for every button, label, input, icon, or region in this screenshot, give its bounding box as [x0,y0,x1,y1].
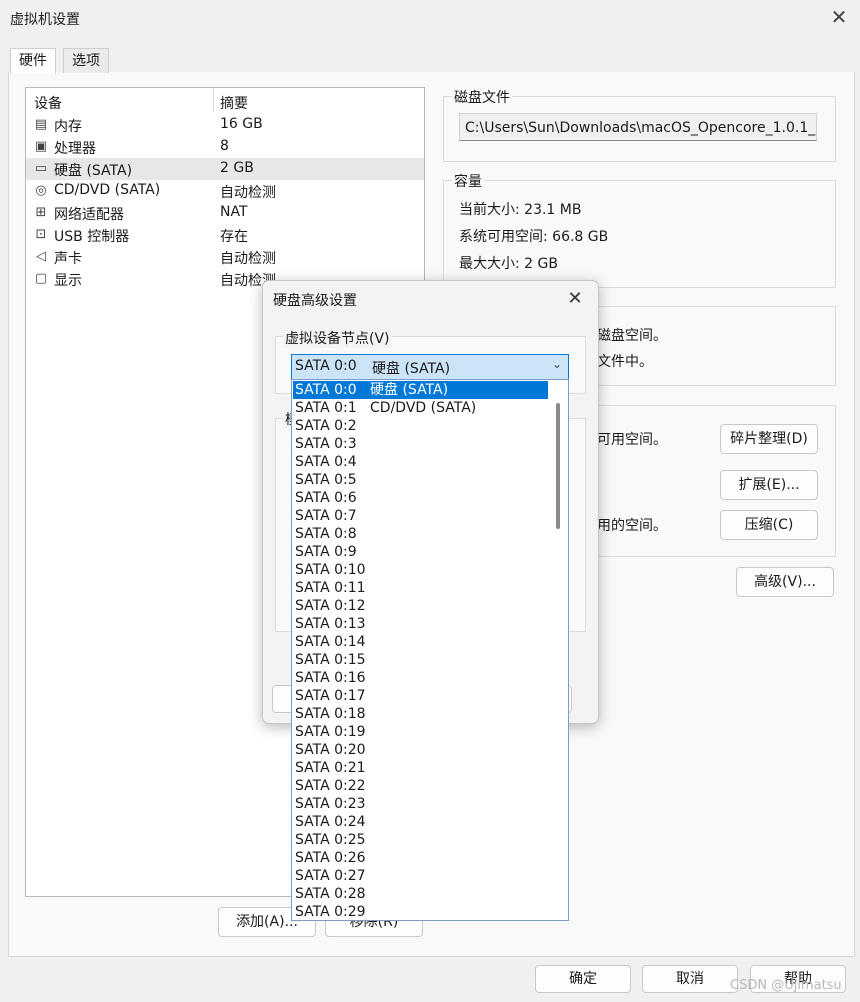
column-summary[interactable]: 摘要 [220,93,248,113]
disk-info-line2: 文件中。 [597,354,653,370]
dropdown-option[interactable]: SATA 0:8 [293,525,548,543]
harddisk-icon: ▭ [34,161,48,176]
device-name: 网络适配器 [54,207,124,223]
device-summary: 自动检测 [220,185,276,201]
cd-dvd-icon: ◎ [35,183,47,198]
dropdown-option[interactable]: SATA 0:23 [293,795,548,813]
network-adapter-icon: ⊞ [35,205,47,220]
device-row-processor[interactable]: ▣ 处理器 8 [26,136,424,158]
dropdown-option[interactable]: SATA 0:5 [293,471,548,489]
close-icon[interactable]: ✕ [828,6,850,28]
device-name: 处理器 [54,141,96,157]
dropdown-option[interactable]: SATA 0:19 [293,723,548,741]
dropdown-option[interactable]: SATA 0:7 [293,507,548,525]
ok-button[interactable]: 确定 [535,965,631,993]
defrag-button[interactable]: 碎片整理(D) [720,424,818,454]
device-summary: NAT [220,204,248,220]
dropdown-option[interactable]: SATA 0:13 [293,615,548,633]
dialog-title: 硬盘高级设置 [273,293,357,309]
device-row-harddisk[interactable]: ▭ 硬盘 (SATA) 2 GB [26,158,424,180]
column-device[interactable]: 设备 [34,93,62,113]
speaker-icon: ◁ [36,249,46,264]
dropdown-option[interactable]: SATA 0:20 [293,741,548,759]
virtual-node-label: 虚拟设备节点(V) [283,328,392,348]
virtual-node-dropdown[interactable]: SATA 0:0 硬盘 (SATA) SATA 0:1 CD/DVD (SATA)… [291,379,569,921]
dropdown-option[interactable]: SATA 0:14 [293,633,548,651]
max-size-text: 最大大小: 2 GB [459,256,558,272]
device-name: USB 控制器 [54,229,130,245]
dropdown-option[interactable]: SATA 0:12 [293,597,548,615]
device-name: 显示 [54,273,82,289]
device-name: 内存 [54,119,82,135]
dropdown-option[interactable]: SATA 0:16 [293,669,548,687]
current-size-text: 当前大小: 23.1 MB [459,202,582,218]
expand-button[interactable]: 扩展(E)... [720,470,818,500]
dropdown-option[interactable]: SATA 0:2 [293,417,548,435]
dropdown-option[interactable]: SATA 0:10 [293,561,548,579]
chevron-down-icon: ⌄ [552,357,563,371]
usb-icon: ⊡ [35,227,47,242]
free-space-text: 系统可用空间: 66.8 GB [459,229,609,245]
dropdown-option[interactable]: SATA 0:28 [293,885,548,903]
defrag-description: 可用空间。 [597,432,667,448]
compact-description: 用的空间。 [597,518,667,534]
cpu-icon: ▣ [34,139,48,154]
cancel-button[interactable]: 取消 [642,965,738,993]
disk-file-title: 磁盘文件 [452,87,512,107]
dialog-close-icon[interactable]: ✕ [564,287,586,311]
device-summary: 16 GB [220,116,263,132]
window-title: 虚拟机设置 [10,12,80,28]
dropdown-option[interactable]: SATA 0:9 [293,543,548,561]
dropdown-option[interactable]: SATA 0:15 [293,651,548,669]
device-summary: 自动检测 [220,251,276,267]
dropdown-scrollbar[interactable] [549,381,568,919]
scrollbar-thumb[interactable] [556,403,560,529]
dropdown-option[interactable]: SATA 0:21 [293,759,548,777]
dropdown-option[interactable]: SATA 0:1 CD/DVD (SATA) [293,399,548,417]
device-name: CD/DVD (SATA) [54,182,161,198]
select-node: SATA 0:0 [295,358,357,374]
dropdown-option[interactable]: SATA 0:11 [293,579,548,597]
device-list-header: 设备 摘要 [26,88,424,114]
device-summary: 存在 [220,229,248,245]
dropdown-option[interactable]: SATA 0:25 [293,831,548,849]
dropdown-option[interactable]: SATA 0:27 [293,867,548,885]
device-summary: 8 [220,138,229,154]
select-device: 硬盘 (SATA) [372,361,451,377]
watermark: CSDN @Ujimatsu [730,978,842,993]
dropdown-option[interactable]: SATA 0:26 [293,849,548,867]
capacity-title: 容量 [452,171,484,191]
memory-icon: ▤ [34,117,48,132]
tab-options[interactable]: 选项 [63,48,109,73]
device-name: 声卡 [54,251,82,267]
disk-info-line1: 磁盘空间。 [597,328,667,344]
device-row-cd-dvd[interactable]: ◎ CD/DVD (SATA) 自动检测 [26,180,424,202]
tab-hardware[interactable]: 硬件 [10,48,56,74]
advanced-button[interactable]: 高级(V)... [736,567,834,597]
device-row-memory[interactable]: ▤ 内存 16 GB [26,114,424,136]
device-row-network[interactable]: ⊞ 网络适配器 NAT [26,202,424,224]
dropdown-option[interactable]: SATA 0:0 硬盘 (SATA) [293,381,548,399]
compact-button[interactable]: 压缩(C) [720,510,818,540]
dropdown-option[interactable]: SATA 0:24 [293,813,548,831]
device-name: 硬盘 (SATA) [54,163,133,179]
dropdown-option[interactable]: SATA 0:17 [293,687,548,705]
dropdown-option[interactable]: SATA 0:29 [293,903,548,920]
dropdown-option[interactable]: SATA 0:6 [293,489,548,507]
disk-file-path-field[interactable]: C:\Users\Sun\Downloads\macOS_Opencore_1.… [459,113,817,141]
dropdown-option[interactable]: SATA 0:22 [293,777,548,795]
device-summary: 2 GB [220,160,254,176]
display-icon: ▢ [34,271,48,286]
device-row-usb[interactable]: ⊡ USB 控制器 存在 [26,224,424,246]
virtual-node-select[interactable]: SATA 0:0 硬盘 (SATA) ⌄ [291,354,569,380]
dropdown-option[interactable]: SATA 0:3 [293,435,548,453]
device-row-sound[interactable]: ◁ 声卡 自动检测 [26,246,424,268]
dropdown-option[interactable]: SATA 0:4 [293,453,548,471]
dropdown-option[interactable]: SATA 0:18 [293,705,548,723]
